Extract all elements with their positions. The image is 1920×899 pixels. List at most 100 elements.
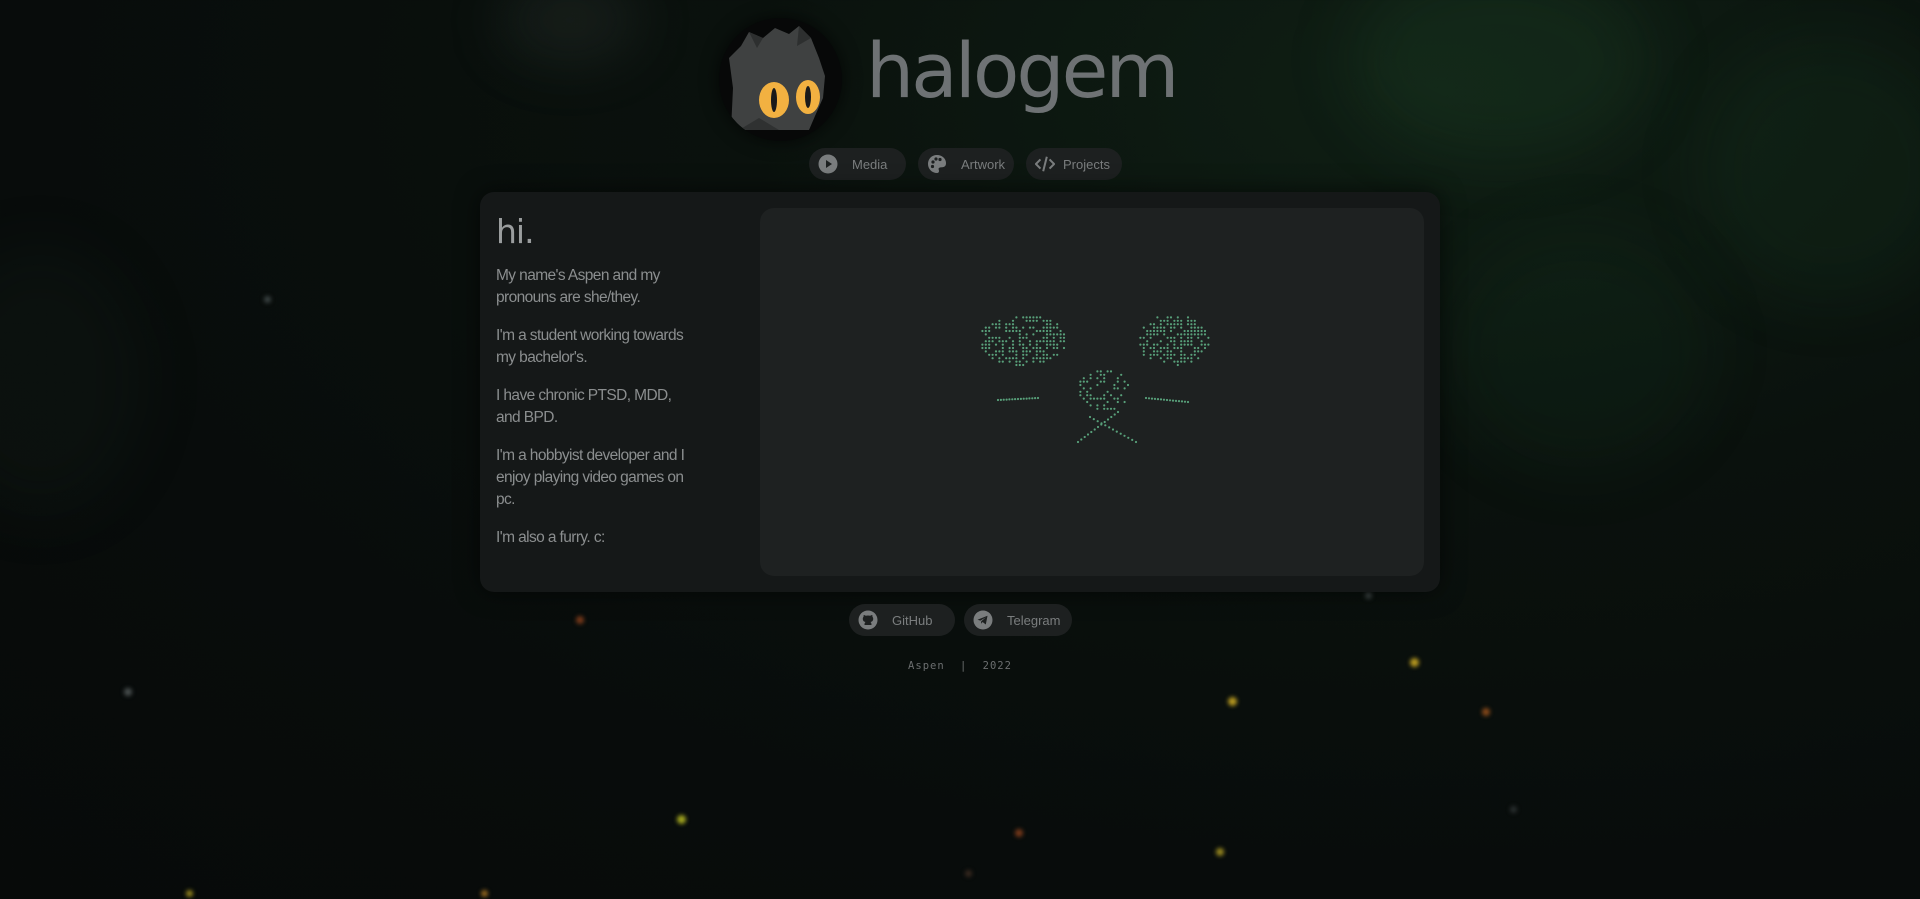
ascii-dot bbox=[1042, 326, 1045, 329]
ascii-dot bbox=[1028, 316, 1032, 319]
ascii-dot bbox=[1011, 346, 1015, 350]
ascii-dot bbox=[1032, 357, 1035, 360]
ascii-dot bbox=[1180, 340, 1183, 343]
ascii-dot bbox=[1015, 360, 1018, 363]
ascii-dot bbox=[1176, 333, 1179, 336]
nav-artwork-button[interactable]: Artwork bbox=[918, 148, 1014, 180]
ascii-dot bbox=[1025, 316, 1028, 319]
play-icon bbox=[818, 154, 838, 174]
ascii-dot bbox=[1110, 415, 1113, 419]
telegram-link[interactable]: Telegram bbox=[964, 604, 1072, 636]
ascii-dot bbox=[1056, 333, 1059, 336]
ascii-dot bbox=[1190, 336, 1193, 339]
crossed-flowers-ascii-art bbox=[981, 316, 1210, 444]
ascii-dot bbox=[1200, 326, 1203, 329]
ascii-dot bbox=[1152, 350, 1156, 353]
ascii-dot bbox=[1116, 380, 1119, 383]
nav-media-button[interactable]: Media bbox=[809, 148, 906, 180]
ascii-dot bbox=[1062, 333, 1066, 336]
ascii-dot bbox=[1036, 396, 1040, 400]
ascii-dot bbox=[1193, 353, 1196, 356]
ascii-dot bbox=[1001, 343, 1004, 346]
ascii-dot bbox=[1049, 326, 1052, 329]
ascii-dot bbox=[1079, 380, 1082, 383]
ascii-dot bbox=[1113, 413, 1116, 416]
ascii-dot bbox=[1082, 387, 1085, 390]
ascii-dot bbox=[1174, 399, 1178, 402]
nav-projects-button[interactable]: Projects bbox=[1026, 148, 1122, 180]
ascii-dot bbox=[981, 343, 984, 346]
ascii-dot bbox=[1193, 346, 1196, 350]
ascii-dot bbox=[994, 353, 998, 356]
ascii-dot bbox=[1190, 343, 1193, 346]
ascii-dot bbox=[1163, 329, 1166, 333]
ascii-dot bbox=[1080, 438, 1083, 441]
ascii-dot bbox=[1173, 353, 1176, 356]
intro-heading: hi. bbox=[496, 212, 535, 251]
ascii-dot bbox=[1049, 333, 1052, 336]
main-nav: Media Artwork Projects bbox=[809, 148, 1122, 180]
ascii-dot bbox=[1015, 316, 1018, 319]
intro-card: hi. My name's Aspen and my pronouns are … bbox=[480, 192, 1440, 592]
ascii-dot bbox=[1142, 350, 1145, 353]
ascii-dot bbox=[1045, 343, 1049, 346]
site-header: halogem bbox=[719, 18, 1179, 141]
ascii-dot bbox=[1025, 333, 1028, 336]
ascii-dot bbox=[1022, 353, 1025, 356]
ascii-dot bbox=[1134, 440, 1138, 444]
ascii-dot bbox=[1190, 357, 1193, 360]
ascii-dot bbox=[1045, 336, 1049, 339]
ascii-dot bbox=[988, 343, 991, 346]
ascii-dot bbox=[1039, 357, 1042, 360]
ascii-dot bbox=[1045, 326, 1049, 329]
ascii-dot bbox=[1015, 326, 1018, 329]
ascii-dot bbox=[1163, 353, 1166, 356]
ascii-dot bbox=[1008, 360, 1011, 363]
ascii-dot bbox=[1116, 397, 1119, 400]
ascii-dot bbox=[1005, 357, 1008, 360]
ascii-dot bbox=[988, 353, 991, 356]
ascii-dot bbox=[1193, 350, 1196, 353]
footer: Aspen | 2022 bbox=[0, 660, 1920, 672]
ascii-dot bbox=[1011, 329, 1015, 333]
ascii-dot bbox=[1113, 383, 1116, 387]
ascii-dot bbox=[1200, 343, 1203, 346]
ascii-dot bbox=[1005, 398, 1008, 401]
ascii-dot bbox=[1035, 350, 1038, 353]
ascii-dot bbox=[1183, 343, 1186, 346]
ascii-dot bbox=[1150, 397, 1154, 400]
ascii-dot bbox=[1156, 343, 1159, 346]
ascii-dot bbox=[1183, 357, 1186, 360]
ascii-dot bbox=[1142, 336, 1145, 339]
ascii-dot bbox=[1131, 438, 1134, 441]
ascii-dot bbox=[1025, 353, 1028, 356]
ascii-dot bbox=[1035, 357, 1038, 360]
ascii-dot bbox=[1116, 400, 1119, 404]
ascii-dot bbox=[1008, 323, 1011, 326]
ascii-dot bbox=[1045, 319, 1049, 322]
ascii-dot bbox=[998, 350, 1001, 353]
ascii-dot bbox=[1176, 316, 1179, 319]
ascii-dot bbox=[1190, 326, 1193, 329]
github-link[interactable]: GitHub bbox=[849, 604, 955, 636]
ascii-dot bbox=[1166, 350, 1169, 353]
ascii-dot bbox=[1176, 346, 1179, 350]
ascii-dot bbox=[1149, 323, 1152, 326]
ascii-dot bbox=[1169, 357, 1173, 360]
ascii-dot bbox=[998, 323, 1001, 326]
ascii-dot bbox=[1103, 420, 1106, 424]
ascii-dot bbox=[1089, 387, 1092, 390]
ascii-dot bbox=[1173, 360, 1176, 363]
ascii-dot bbox=[1045, 329, 1049, 333]
ascii-dot bbox=[1001, 346, 1004, 350]
cat-avatar-icon[interactable] bbox=[719, 18, 842, 141]
ascii-dot bbox=[1152, 326, 1156, 329]
ascii-dot bbox=[1168, 399, 1172, 402]
ascii-dot bbox=[1159, 326, 1162, 329]
ascii-dot bbox=[1159, 319, 1162, 322]
ascii-dot bbox=[1045, 340, 1049, 343]
ascii-dot bbox=[1186, 340, 1190, 343]
ascii-dot bbox=[1173, 319, 1176, 322]
ascii-dot bbox=[1062, 336, 1066, 339]
ascii-dot bbox=[1152, 333, 1156, 336]
